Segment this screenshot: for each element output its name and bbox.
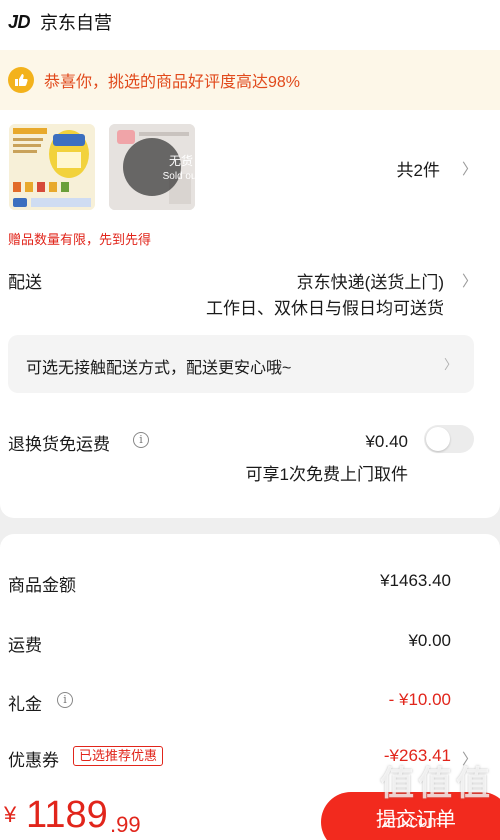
item-count[interactable]: 共2件 [397,156,440,181]
freight-value: ¥0.00 [408,631,451,650]
shop-header: JD 京东自营 [8,10,112,34]
coupon-recommended-tag[interactable]: 已选推荐优惠 [73,746,164,766]
praise-text: 恭喜你，挑选的商品好评度高达98% [44,74,301,91]
delivery-schedule: 工作日、双休日与假日均可送货 [206,299,444,318]
return-shipping-toggle[interactable] [424,425,474,453]
watermark-url: zhi.com [383,812,442,831]
product-thumbnail-formula[interactable] [9,124,95,210]
info-icon[interactable]: i [57,692,73,708]
chevron-right-icon[interactable]: 〉 [462,158,477,179]
total-price-decimal: .99 [110,812,141,837]
chevron-right-icon: 〉 [444,357,458,372]
freight-label: 运费 [8,636,42,655]
chevron-right-icon[interactable]: 〉 [462,270,477,291]
delivery-label: 配送 [8,273,42,292]
toggle-knob [426,427,450,451]
goods-amount-label: 商品金额 [8,576,76,595]
sold-out-en: Sold out [162,171,195,182]
return-shipping-price: ¥0.40 [365,432,408,451]
total-price-integer: 1189 [26,794,108,836]
contactless-text: 可选无接触配送方式，配送更安心哦~ [26,360,292,377]
return-shipping-label: 退换货免运费 [8,435,110,454]
jd-logo: JD [8,11,31,32]
delivery-method[interactable]: 京东快递(送货上门) [297,268,444,293]
info-icon[interactable]: i [133,432,149,448]
gift-money-value: - ¥10.00 [388,690,451,709]
shop-name: 京东自营 [40,13,113,33]
sold-out-cn: 无货 [168,154,193,168]
thumbs-up-icon [8,67,34,93]
watermark: 值值值 [380,765,494,803]
praise-banner: 恭喜你，挑选的商品好评度高达98% [0,50,500,110]
gift-limited-note: 赠品数量有限，先到先得 [8,232,152,247]
coupon-label: 优惠券 [8,751,59,770]
sold-out-badge: 无货 Sold out [123,138,195,196]
goods-amount-value: ¥1463.40 [380,571,451,590]
gift-money-label: 礼金 [8,695,42,714]
return-shipping-note: 可享1次免费上门取件 [245,465,408,484]
currency-symbol: ¥ [4,802,17,827]
contactless-delivery-option[interactable]: 可选无接触配送方式，配送更安心哦~ 〉 [8,335,474,393]
product-thumbnail-gift[interactable]: 无货 Sold out [109,124,195,210]
